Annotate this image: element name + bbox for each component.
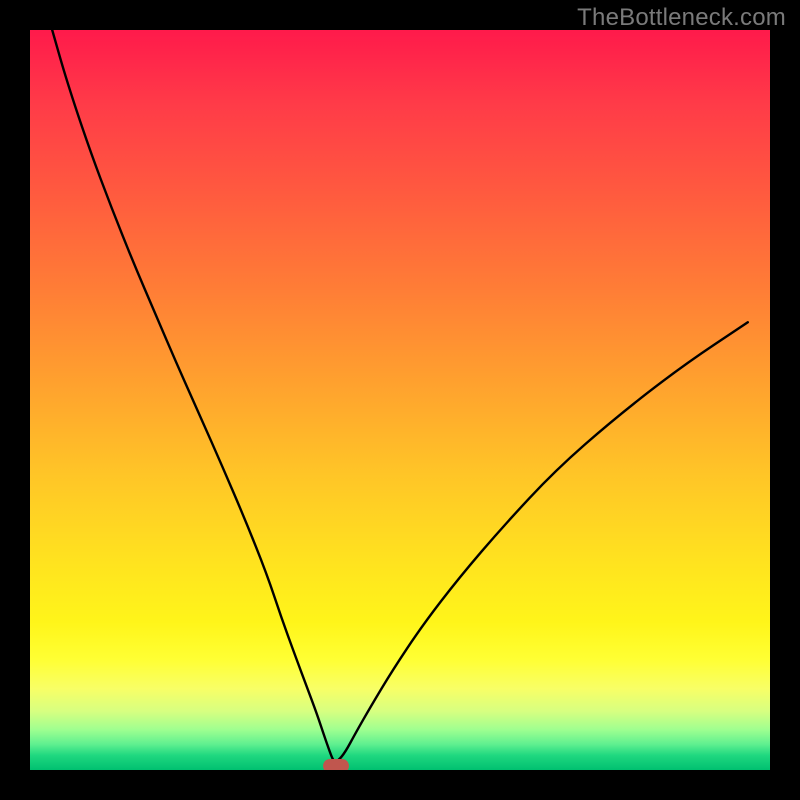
chart-frame: TheBottleneck.com: [0, 0, 800, 800]
watermark-text: TheBottleneck.com: [577, 4, 786, 32]
plot-area: [30, 30, 770, 770]
bottleneck-curve: [30, 30, 770, 770]
optimum-marker: [323, 759, 349, 770]
